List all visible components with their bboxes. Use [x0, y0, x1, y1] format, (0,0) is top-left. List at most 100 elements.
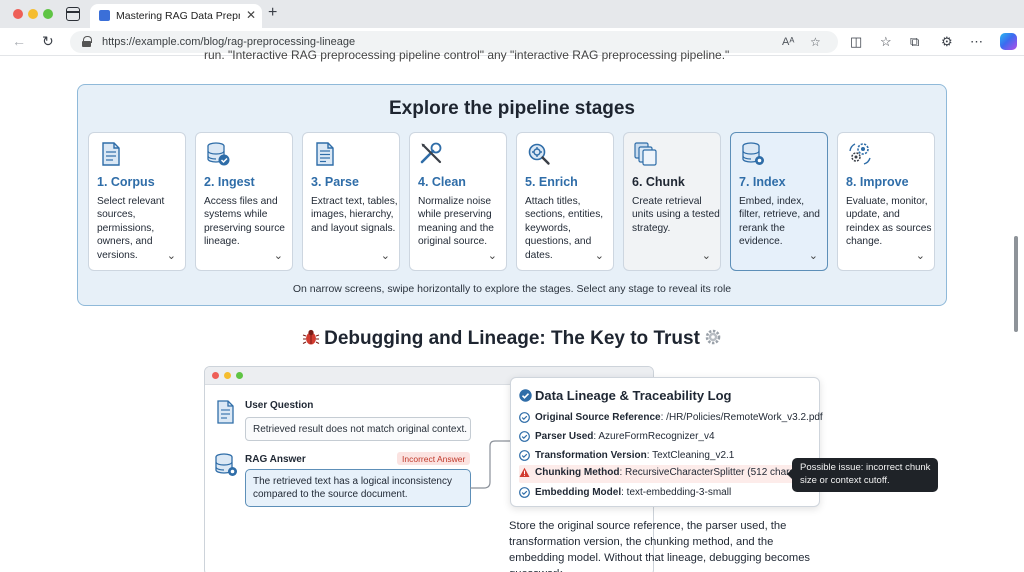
stage-description: Normalize noise while preserving meaning… — [418, 196, 494, 248]
magnify-gear-icon — [528, 143, 550, 165]
browser-tab-active[interactable]: Mastering RAG Data Preprocessing ✕ — [90, 4, 262, 28]
chevron-down-icon[interactable]: ⌄ — [274, 251, 283, 262]
tools-icon — [420, 142, 442, 164]
stage-card-improve[interactable]: 8. Improve Evaluate, monitor, update, an… — [837, 132, 935, 271]
stage-title: 3. Parse — [311, 175, 359, 189]
lock-icon — [82, 36, 92, 47]
mock-minimize-dot — [224, 372, 231, 379]
lineage-value: TextCleaning_v2.1 — [652, 450, 735, 461]
check-circle-outline-icon — [519, 412, 530, 423]
lineage-log-card: Data Lineage & Traceability Log Original… — [510, 377, 823, 507]
stage-title: 5. Enrich — [525, 175, 578, 189]
new-tab-button[interactable]: + — [268, 5, 277, 21]
lineage-title: Data Lineage & Traceability Log — [535, 388, 732, 403]
lineage-row-source: Original Source Reference: /HR/Policies/… — [519, 410, 823, 428]
back-button[interactable]: ← — [12, 33, 26, 49]
lineage-key: Original Source Reference — [535, 412, 661, 423]
refresh-gears-icon — [849, 143, 871, 165]
minimize-window-button[interactable] — [28, 9, 38, 19]
check-circle-outline-icon — [519, 450, 530, 461]
page-scrollbar[interactable] — [1014, 236, 1018, 332]
split-screen-icon[interactable]: ◫ — [850, 34, 862, 50]
reload-button[interactable]: ↻ — [42, 33, 54, 49]
tab-title: Mastering RAG Data Preprocessing — [116, 10, 240, 22]
chevron-down-icon[interactable]: ⌄ — [702, 251, 711, 262]
stacked-pages-icon — [634, 142, 657, 166]
chevron-down-icon[interactable]: ⌄ — [916, 251, 925, 262]
lineage-row-transformation: Transformation Version: TextCleaning_v2.… — [519, 448, 817, 466]
warning-triangle-icon — [519, 467, 530, 477]
copilot-icon[interactable] — [1000, 33, 1017, 50]
chevron-down-icon[interactable]: ⌄ — [488, 251, 497, 262]
chunking-issue-tooltip: Possible issue: incorrect chunk size or … — [787, 458, 938, 492]
maximize-window-button[interactable] — [43, 9, 53, 19]
document-icon — [102, 142, 120, 166]
debugging-heading: Debugging and Lineage: The Key to Trust — [0, 328, 1024, 350]
rag-answer-label: RAG Answer — [245, 454, 306, 465]
lineage-key: Transformation Version — [535, 450, 647, 461]
chevron-down-icon[interactable]: ⌄ — [381, 251, 390, 262]
stage-title: 1. Corpus — [97, 175, 155, 189]
rag-answer-box: The retrieved text has a logical inconsi… — [245, 469, 471, 507]
stage-card-corpus[interactable]: 1. Corpus Select relevant sources, permi… — [88, 132, 186, 271]
check-circle-outline-icon — [519, 487, 530, 498]
stage-description: Embed, index, filter, retrieve, and rera… — [739, 196, 820, 248]
user-question-label: User Question — [245, 400, 314, 411]
lineage-row-chunking[interactable]: Chunking Method: RecursiveCharacterSplit… — [519, 465, 817, 483]
rag-database-icon — [215, 453, 237, 476]
stage-title: 6. Chunk — [632, 175, 685, 189]
database-check-icon — [207, 142, 230, 166]
chevron-down-icon[interactable]: ⌄ — [595, 251, 604, 262]
chevron-down-icon[interactable]: ⌄ — [809, 251, 818, 262]
lineage-value: text-embedding-3-small — [626, 487, 732, 498]
chevron-down-icon[interactable]: ⌄ — [167, 251, 176, 262]
pipeline-panel: Explore the pipeline stages 1. Corpus Se… — [77, 84, 947, 306]
stage-card-parse[interactable]: 3. Parse Extract text, tables, images, h… — [302, 132, 400, 271]
stage-card-chunk[interactable]: 6. Chunk Create retrieval units using a … — [623, 132, 721, 271]
extensions-icon[interactable]: ⚙ — [941, 34, 953, 50]
more-menu-icon[interactable]: ⋯ — [970, 34, 983, 50]
mock-maximize-dot — [236, 372, 243, 379]
favorite-star-icon[interactable]: ☆ — [810, 34, 821, 50]
lineage-caption: Store the original source reference, the… — [509, 520, 811, 572]
user-question-document-icon — [217, 400, 234, 424]
lineage-key: Embedding Model — [535, 487, 622, 498]
lineage-key: Parser Used — [535, 431, 594, 442]
lineage-value: RecursiveCharacterSplitter (512 chars) — [625, 467, 798, 478]
database-gear-icon — [742, 142, 764, 165]
stage-title: 8. Improve — [846, 175, 909, 189]
tab-close-icon[interactable]: ✕ — [246, 8, 256, 22]
stage-card-clean[interactable]: 4. Clean Normalize noise while preservin… — [409, 132, 507, 271]
section-heading-text: Debugging and Lineage: The Key to Trust — [324, 328, 700, 349]
favicon-icon — [99, 10, 110, 21]
collections-icon[interactable]: ⧉ — [910, 34, 919, 50]
url-text[interactable]: https://example.com/blog/rag-preprocessi… — [102, 36, 355, 48]
stage-description: Extract text, tables, images, hierarchy,… — [311, 196, 398, 234]
check-circle-outline-icon — [519, 431, 530, 442]
check-circle-icon — [519, 389, 532, 402]
mock-close-dot — [212, 372, 219, 379]
intro-text-fragment: run. "Interactive RAG preprocessing pipe… — [204, 48, 730, 62]
stage-title: 2. Ingest — [204, 175, 255, 189]
lineage-key: Chunking Method — [535, 467, 620, 478]
tab-actions-icon[interactable] — [66, 7, 80, 21]
lineage-value: AzureFormRecognizer_v4 — [598, 431, 715, 442]
stage-description: Evaluate, monitor, update, and reindex a… — [846, 196, 932, 248]
stage-description: Access files and systems while preservin… — [204, 196, 285, 248]
read-aloud-icon[interactable]: Aᴬ — [782, 34, 794, 50]
stage-card-ingest[interactable]: 2. Ingest Access files and systems while… — [195, 132, 293, 271]
stage-card-index[interactable]: 7. Index Embed, index, filter, retrieve,… — [730, 132, 828, 271]
user-question-box: Retrieved result does not match original… — [245, 417, 471, 441]
tab-bar: Mastering RAG Data Preprocessing ✕ + — [0, 0, 1024, 28]
stage-title: 7. Index — [739, 175, 786, 189]
bug-icon — [302, 329, 320, 345]
pipeline-title: Explore the pipeline stages — [388, 98, 636, 119]
stage-card-enrich[interactable]: 5. Enrich Attach titles, sections, entit… — [516, 132, 614, 271]
favorites-icon[interactable]: ☆ — [880, 34, 892, 50]
incorrect-answer-badge: Incorrect Answer — [397, 452, 471, 465]
stage-title: 4. Clean — [418, 175, 466, 189]
close-window-button[interactable] — [13, 9, 23, 19]
lineage-row-embedding: Embedding Model: text-embedding-3-small — [519, 485, 817, 503]
lineage-value: /HR/Policies/RemoteWork_v3.2.pdf — [666, 412, 823, 423]
gear-icon — [705, 329, 721, 345]
